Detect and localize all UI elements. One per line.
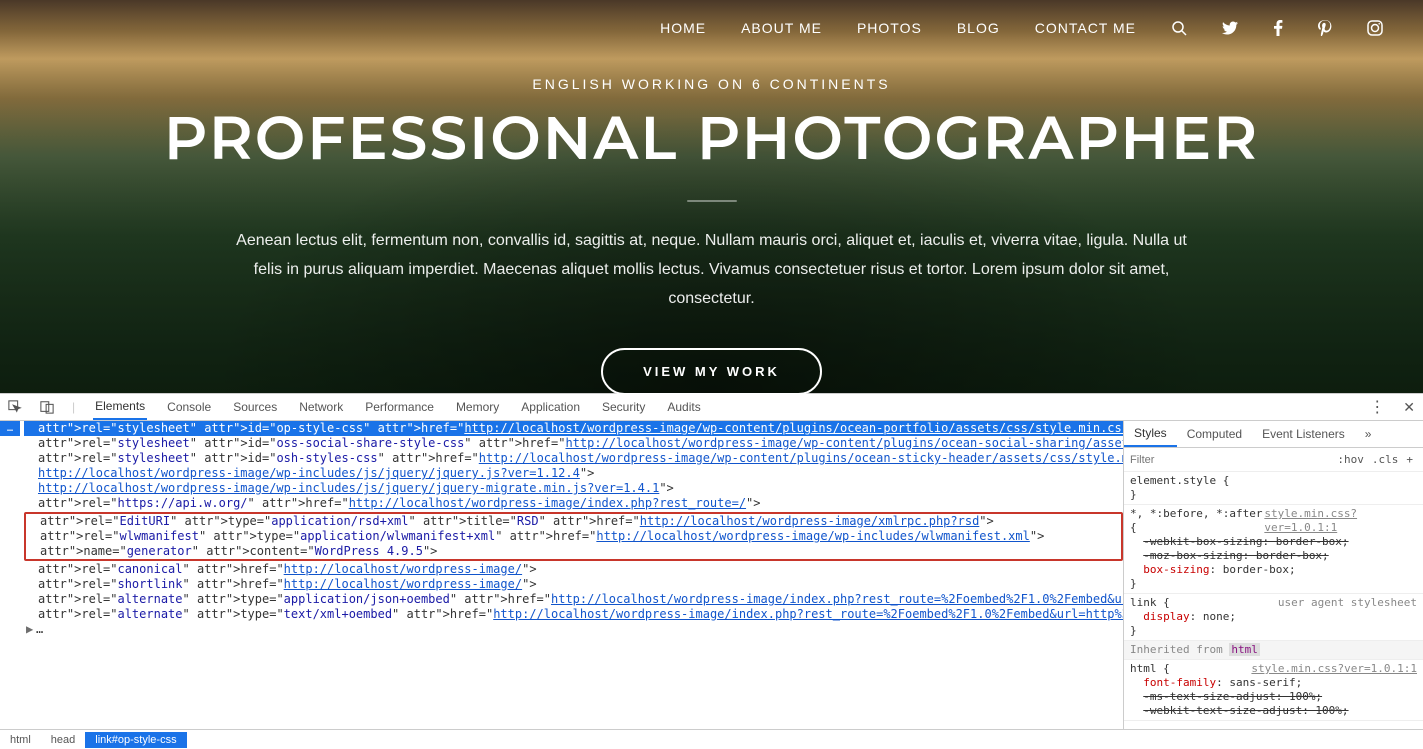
tab-console[interactable]: Console bbox=[165, 395, 213, 419]
dom-node[interactable]: attr">rel="stylesheet" attr">id="oss-soc… bbox=[24, 436, 1123, 451]
tab-memory[interactable]: Memory bbox=[454, 395, 501, 419]
bc-html[interactable]: html bbox=[0, 732, 41, 748]
styles-tabs: Styles Computed Event Listeners » bbox=[1124, 421, 1423, 448]
styles-panel: Styles Computed Event Listeners » :hov .… bbox=[1123, 421, 1423, 729]
bc-head[interactable]: head bbox=[41, 732, 85, 748]
hov-toggle[interactable]: :hov bbox=[1333, 451, 1368, 468]
dom-node-selected[interactable]: attr">rel="stylesheet" attr">id="op-styl… bbox=[24, 421, 1123, 436]
dom-node[interactable]: attr</span>">type</span>="<span class="a… bbox=[24, 481, 1123, 496]
nav-blog[interactable]: BLOG bbox=[957, 20, 1000, 36]
pinterest-icon[interactable] bbox=[1318, 20, 1332, 36]
hero: HOME ABOUT ME PHOTOS BLOG CONTACT ME ENG… bbox=[0, 0, 1423, 393]
dom-node[interactable]: attr">rel="stylesheet" attr">id="osh-sty… bbox=[24, 451, 1123, 466]
dom-node[interactable]: attr">rel="shortlink" attr">href="http:/… bbox=[24, 577, 1123, 592]
more-icon[interactable]: ⋮ bbox=[1369, 397, 1385, 417]
hero-content: ENGLISH WORKING ON 6 CONTINENTS PROFESSI… bbox=[0, 56, 1423, 395]
inherited-label: Inherited from html bbox=[1124, 641, 1423, 660]
nav-contact[interactable]: CONTACT ME bbox=[1035, 20, 1136, 36]
tab-audits[interactable]: Audits bbox=[665, 395, 702, 419]
highlighted-region: attr">rel="EditURI" attr">type="applicat… bbox=[24, 512, 1123, 561]
dom-node[interactable]: attr">rel="alternate" attr">type="applic… bbox=[24, 592, 1123, 607]
add-rule-button[interactable]: + bbox=[1402, 451, 1417, 468]
tab-event-listeners[interactable]: Event Listeners bbox=[1252, 422, 1355, 446]
bc-link[interactable]: link#op-style-css bbox=[85, 732, 186, 748]
tab-elements[interactable]: Elements bbox=[93, 394, 147, 420]
view-work-button[interactable]: VIEW MY WORK bbox=[601, 348, 822, 395]
tab-network[interactable]: Network bbox=[297, 395, 345, 419]
style-rules[interactable]: element.style {} *, *:before, *:after {s… bbox=[1124, 472, 1423, 729]
dom-node[interactable]: ▶attr</span>">type</span>="<span class="… bbox=[24, 622, 1123, 637]
elements-panel[interactable]: … attr">rel="stylesheet" attr">id="op-st… bbox=[0, 421, 1123, 729]
hero-tagline: ENGLISH WORKING ON 6 CONTINENTS bbox=[0, 76, 1423, 92]
tab-performance[interactable]: Performance bbox=[363, 395, 436, 419]
filter-row: :hov .cls + bbox=[1124, 448, 1423, 472]
device-toggle-icon[interactable] bbox=[40, 400, 54, 414]
dom-node[interactable]: attr">rel="canonical" attr">href="http:/… bbox=[24, 562, 1123, 577]
divider bbox=[687, 200, 737, 202]
hero-lead: Aenean lectus elit, fermentum non, conva… bbox=[232, 227, 1192, 313]
breadcrumb: html head link#op-style-css bbox=[0, 729, 1423, 749]
tab-styles[interactable]: Styles bbox=[1124, 421, 1177, 447]
dom-node[interactable]: attr">rel="wlwmanifest" attr">type="appl… bbox=[26, 529, 1121, 544]
gutter-badge: … bbox=[0, 421, 20, 436]
search-icon[interactable] bbox=[1171, 20, 1187, 36]
tab-application[interactable]: Application bbox=[519, 395, 582, 419]
close-devtools-icon[interactable]: ✕ bbox=[1403, 399, 1415, 416]
cls-toggle[interactable]: .cls bbox=[1368, 451, 1403, 468]
tab-computed[interactable]: Computed bbox=[1177, 422, 1252, 446]
tab-security[interactable]: Security bbox=[600, 395, 647, 419]
tab-sources[interactable]: Sources bbox=[231, 395, 279, 419]
devtools-tabs: | Elements Console Sources Network Perfo… bbox=[0, 394, 1423, 421]
devtools: | Elements Console Sources Network Perfo… bbox=[0, 393, 1423, 749]
facebook-icon[interactable] bbox=[1273, 20, 1283, 36]
dom-node[interactable]: attr">rel="alternate" attr">type="text/x… bbox=[24, 607, 1123, 622]
nav-photos[interactable]: PHOTOS bbox=[857, 20, 922, 36]
dom-node[interactable]: attr">name="generator" attr">content="Wo… bbox=[26, 544, 1121, 559]
nav-about[interactable]: ABOUT ME bbox=[741, 20, 822, 36]
instagram-icon[interactable] bbox=[1367, 20, 1383, 36]
filter-input[interactable] bbox=[1130, 454, 1333, 466]
dom-node[interactable]: attr</span>">type</span>="<span class="a… bbox=[24, 466, 1123, 481]
more-styles-icon[interactable]: » bbox=[1355, 422, 1382, 446]
inspect-icon[interactable] bbox=[8, 400, 22, 414]
nav-home[interactable]: HOME bbox=[660, 20, 706, 36]
dom-node[interactable]: attr">rel="https://api.w.org/" attr">hre… bbox=[24, 496, 1123, 511]
main-nav: HOME ABOUT ME PHOTOS BLOG CONTACT ME bbox=[0, 0, 1423, 56]
hero-title: PROFESSIONAL PHOTOGRAPHER bbox=[0, 102, 1423, 175]
dom-node[interactable]: attr">rel="EditURI" attr">type="applicat… bbox=[26, 514, 1121, 529]
twitter-icon[interactable] bbox=[1222, 20, 1238, 36]
